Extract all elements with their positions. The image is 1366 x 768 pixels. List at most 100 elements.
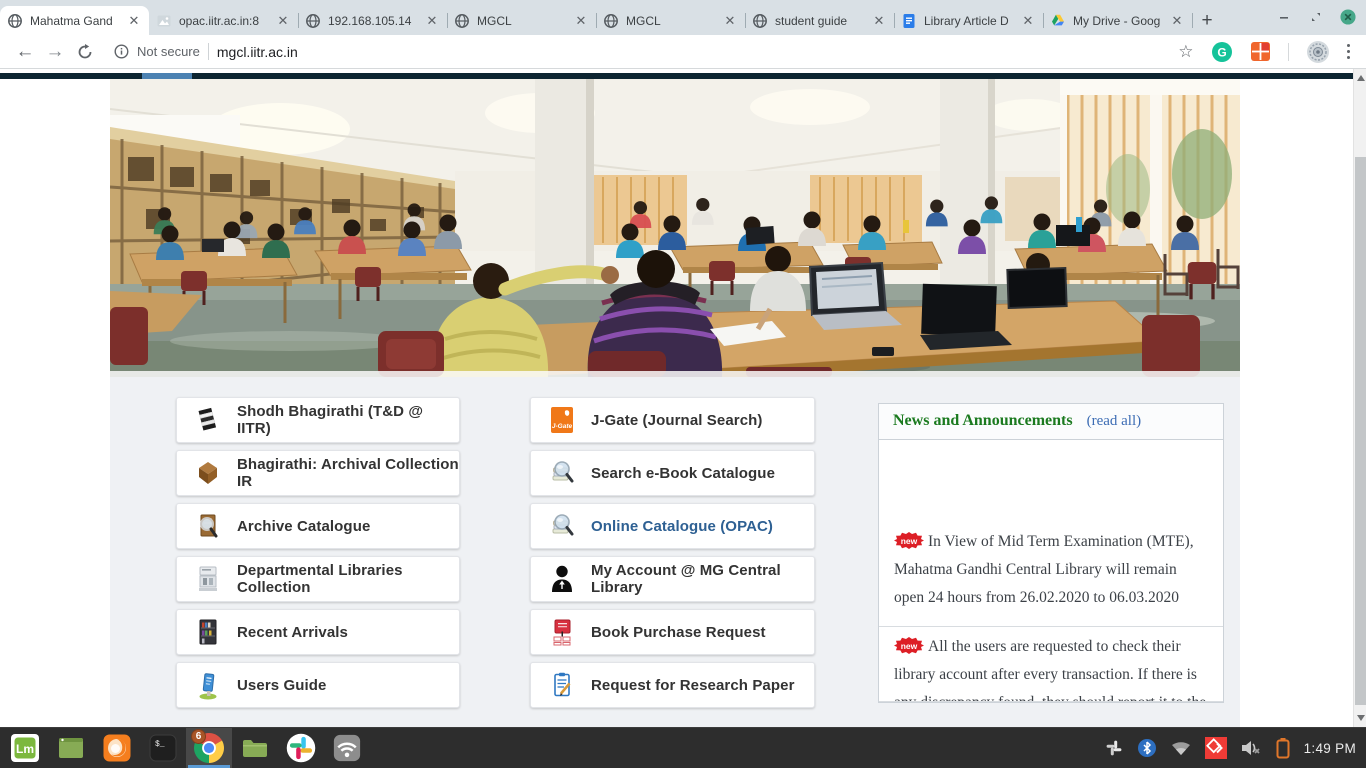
image-icon: [156, 13, 172, 29]
window-controls: [1276, 0, 1356, 33]
link-book-purchase[interactable]: Book Purchase Request: [530, 609, 815, 655]
department-collection-icon: [195, 563, 221, 595]
tab-title: Mahatma Gand: [30, 14, 126, 28]
guide-kiosk-icon: [195, 669, 221, 701]
link-column-left: Shodh Bhagirathi (T&D @ IITR) Bhagirathi…: [176, 397, 460, 715]
grammarly-extension-icon[interactable]: G: [1211, 41, 1233, 63]
link-archive-catalogue[interactable]: Archive Catalogue: [176, 503, 460, 549]
tab-my-drive[interactable]: My Drive - Goog ✕: [1043, 6, 1192, 35]
link-research-paper[interactable]: Request for Research Paper: [530, 662, 815, 708]
link-departmental-libraries[interactable]: Departmental Libraries Collection: [176, 556, 460, 602]
profile-avatar[interactable]: [1306, 40, 1330, 64]
tab-ip-address[interactable]: 192.168.105.14 ✕: [298, 6, 447, 35]
svg-text:new: new: [901, 536, 918, 546]
news-item[interactable]: newIn View of Mid Term Examination (MTE)…: [879, 440, 1223, 627]
tab-title: My Drive - Goog: [1073, 14, 1169, 28]
bookmark-star-icon[interactable]: ☆: [1178, 42, 1193, 62]
news-item-text: All the users are requested to check the…: [894, 638, 1206, 702]
scroll-down-arrow[interactable]: [1357, 715, 1365, 721]
google-docs-icon: [901, 13, 917, 29]
address-bar[interactable]: Not secure mgcl.iitr.ac.in: [114, 43, 1178, 60]
table-capture-extension-icon[interactable]: [1250, 41, 1271, 62]
restore-button[interactable]: [1308, 9, 1324, 25]
browser-toolbar: ← → Not secure mgcl.iitr.ac.in ☆ G: [0, 35, 1366, 69]
tab-mgcl-1[interactable]: MGCL ✕: [447, 6, 596, 35]
link-label: Search e-Book Catalogue: [591, 465, 775, 482]
close-button[interactable]: [1340, 9, 1356, 25]
tab-close-icon[interactable]: ✕: [275, 13, 291, 29]
tab-close-icon[interactable]: ✕: [1020, 13, 1036, 29]
volume-muted-icon[interactable]: [1240, 738, 1262, 758]
tab-close-icon[interactable]: ✕: [424, 13, 440, 29]
link-label: Recent Arrivals: [237, 624, 348, 641]
link-ebook-catalogue[interactable]: Search e-Book Catalogue: [530, 450, 815, 496]
anydesk-tray-icon[interactable]: [1205, 737, 1227, 759]
news-read-all-link[interactable]: (read all): [1087, 413, 1142, 430]
tab-close-icon[interactable]: ✕: [573, 13, 589, 29]
link-column-middle: J-Gate J-Gate (Journal Search) Search e-…: [530, 397, 815, 715]
slack-tray-icon[interactable]: [1104, 738, 1124, 758]
tab-mgcl-2[interactable]: MGCL ✕: [596, 6, 745, 35]
link-opac[interactable]: Online Catalogue (OPAC): [530, 503, 815, 549]
link-label: Bhagirathi: Archival Collection IR: [237, 456, 459, 490]
link-recent-arrivals[interactable]: Recent Arrivals: [176, 609, 460, 655]
link-label: Request for Research Paper: [591, 677, 795, 694]
show-desktop-button[interactable]: [48, 728, 94, 768]
taskbar-launchers: Lm $_ 6: [0, 728, 370, 768]
forward-button[interactable]: →: [40, 38, 70, 66]
link-shodh-bhagirathi[interactable]: Shodh Bhagirathi (T&D @ IITR): [176, 397, 460, 443]
svg-text:G: G: [1217, 45, 1226, 59]
tab-close-icon[interactable]: ✕: [871, 13, 887, 29]
page-scrollbar[interactable]: [1353, 69, 1366, 727]
back-button[interactable]: ←: [10, 38, 40, 66]
tab-close-icon[interactable]: ✕: [126, 13, 142, 29]
tab-opac[interactable]: opac.iitr.ac.in:8 ✕: [149, 6, 298, 35]
slack-launcher[interactable]: [278, 728, 324, 768]
tab-title: 192.168.105.14: [328, 14, 424, 28]
network-wifi-icon[interactable]: [1170, 738, 1192, 758]
link-my-account[interactable]: My Account @ MG Central Library: [530, 556, 815, 602]
tab-library-article[interactable]: Library Article D ✕: [894, 6, 1043, 35]
tab-close-icon[interactable]: ✕: [1169, 13, 1185, 29]
news-item-text: In View of Mid Term Examination (MTE), M…: [894, 533, 1194, 606]
news-header: News and Announcements (read all): [879, 404, 1223, 440]
slack-icon: [286, 733, 316, 763]
file-manager-launcher[interactable]: [232, 728, 278, 768]
toolbar-right: ☆ G: [1178, 40, 1356, 64]
tab-student-guide[interactable]: student guide ✕: [745, 6, 894, 35]
firefox-launcher[interactable]: [94, 728, 140, 768]
battery-icon[interactable]: [1275, 737, 1291, 759]
network-tool-launcher[interactable]: [324, 728, 370, 768]
link-label: Departmental Libraries Collection: [237, 562, 459, 596]
tab-mahatma-gandhi[interactable]: Mahatma Gand ✕: [0, 6, 149, 35]
news-item[interactable]: newAll the users are requested to check …: [879, 627, 1223, 702]
link-label: Online Catalogue (OPAC): [591, 518, 773, 535]
archive-parcel-icon: [195, 457, 221, 489]
browser-menu-icon[interactable]: [1347, 44, 1351, 60]
new-tab-button[interactable]: +: [1192, 6, 1222, 35]
window-icon: [56, 733, 86, 763]
tab-title: opac.iitr.ac.in:8: [179, 14, 275, 28]
link-bhagirathi-archival[interactable]: Bhagirathi: Archival Collection IR: [176, 450, 460, 496]
taskbar: Lm $_ 6 1:49 PM: [0, 727, 1366, 768]
mint-menu-button[interactable]: Lm: [2, 728, 48, 768]
svg-text:J-Gate: J-Gate: [552, 423, 573, 430]
mint-logo-icon: Lm: [10, 733, 40, 763]
link-jgate[interactable]: J-Gate J-Gate (Journal Search): [530, 397, 815, 443]
svg-text:$_: $_: [155, 740, 165, 749]
bluetooth-icon[interactable]: [1137, 738, 1157, 758]
chrome-taskbar-button[interactable]: 6: [186, 728, 232, 768]
link-users-guide[interactable]: Users Guide: [176, 662, 460, 708]
scroll-up-arrow[interactable]: [1357, 75, 1365, 81]
link-label: Users Guide: [237, 677, 326, 694]
system-tray: 1:49 PM: [1104, 728, 1366, 768]
library-reading-room-photo: [110, 79, 1240, 377]
tab-close-icon[interactable]: ✕: [722, 13, 738, 29]
terminal-launcher[interactable]: $_: [140, 728, 186, 768]
minimize-button[interactable]: [1276, 9, 1292, 25]
book-search-icon: [549, 510, 575, 542]
toolbar-divider: [1288, 43, 1289, 61]
scrollbar-thumb[interactable]: [1355, 157, 1366, 705]
link-label: Shodh Bhagirathi (T&D @ IITR): [237, 403, 459, 437]
reload-button[interactable]: [70, 38, 100, 66]
